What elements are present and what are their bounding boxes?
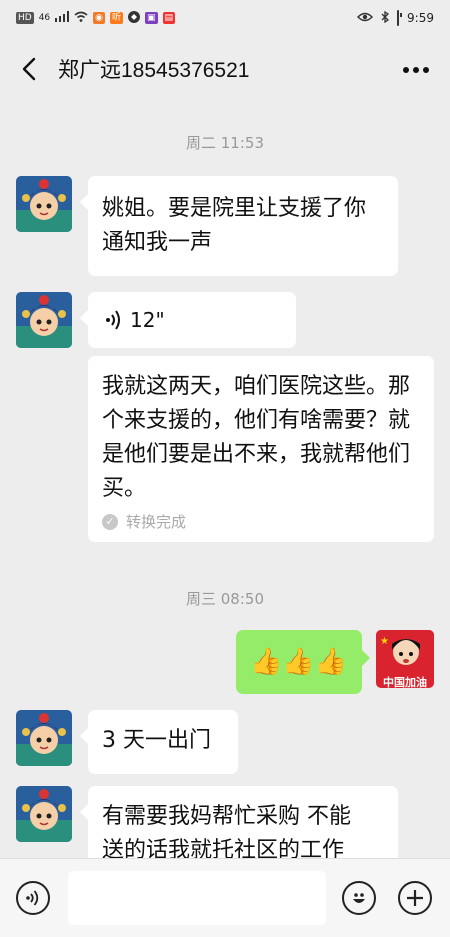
conversion-status: ✓ 转换完成 [102, 512, 420, 532]
contact-avatar[interactable] [16, 786, 72, 842]
plus-icon [407, 890, 423, 906]
china-jiayou-avatar-icon: ★ [376, 630, 434, 670]
app-notification-icon: ◉ [93, 12, 106, 24]
contact-avatar[interactable] [16, 176, 72, 232]
more-icon [403, 67, 429, 73]
hd-icon: HD [16, 12, 34, 24]
message-bubble[interactable]: 姚姐。要是院里让支援了你通知我一声 [80, 176, 398, 276]
chevron-left-icon [22, 57, 36, 81]
back-button[interactable] [0, 36, 58, 102]
contact-avatar[interactable] [16, 710, 72, 766]
transcribed-text: 我就这两天，咱们医院这些。那个来支援的，他们有啥需要？就是他们要是出不来，我就帮… [102, 374, 411, 501]
contact-title: 郑广远18545376521 [58, 59, 250, 82]
svg-text:★: ★ [380, 636, 389, 647]
cartoon-avatar-icon [16, 786, 72, 842]
eye-icon [357, 11, 374, 25]
message-text: 送的话我就托社区的工作 [102, 838, 345, 858]
message-bubble[interactable]: 3 天一出门 [80, 710, 238, 774]
status-right: 9:59 [357, 10, 434, 26]
signal-network-label: 46 [38, 13, 51, 23]
app-notification-icon: ▣ [145, 12, 158, 24]
emoji-button[interactable] [342, 881, 376, 915]
battery-icon [397, 10, 400, 26]
input-bar [0, 858, 450, 937]
smiley-icon [353, 893, 365, 903]
voice-wave-icon [106, 310, 120, 330]
status-bar: HD 46 ◉ 听 ▣ ▤ 9:59 [0, 0, 450, 36]
message-text: 姚姐。要是院里让支援了你通知我一声 [102, 196, 367, 255]
message-bubble[interactable]: 有需要我妈帮忙采购 不能 送的话我就托社区的工作 [80, 786, 398, 858]
cartoon-avatar-icon [16, 710, 72, 766]
more-functions-button[interactable] [398, 881, 432, 915]
my-avatar[interactable]: ★ 中国加油 [376, 630, 434, 688]
cartoon-avatar-icon [16, 176, 72, 232]
voice-input-button[interactable] [16, 881, 50, 915]
cartoon-avatar-icon [16, 292, 72, 348]
contact-avatar[interactable] [16, 292, 72, 348]
signal-icon [55, 11, 70, 25]
bluetooth-icon [381, 10, 390, 26]
listen-app-icon: 听 [110, 12, 124, 24]
timestamp: 周三 08:50 [186, 590, 264, 608]
voice-message-bubble[interactable]: 12" [80, 292, 296, 348]
sent-message-bubble[interactable]: 👍👍👍 [236, 630, 370, 694]
app-notification-icon [128, 10, 141, 26]
more-options-button[interactable] [402, 56, 430, 76]
timestamp: 周二 11:53 [186, 134, 264, 152]
voice-icon [26, 890, 39, 906]
chat-message-list[interactable]: 周二 11:53 姚姐。要是院里让支援了你通知我一声 12" 我就这两天，咱们医… [0, 102, 450, 858]
thumbs-up-emoji: 👍👍👍 [250, 647, 348, 677]
conversion-status-label: 转换完成 [126, 513, 187, 531]
my-avatar-label: 中国加油 [383, 676, 427, 688]
message-text: 3 天一出门 [102, 728, 211, 753]
wifi-icon [74, 11, 88, 25]
voice-to-text-bubble[interactable]: 我就这两天，咱们医院这些。那个来支援的，他们有啥需要？就是他们要是出不来，我就帮… [88, 356, 434, 542]
message-text: 有需要我妈帮忙采购 不能 [102, 804, 351, 829]
message-input[interactable] [68, 871, 326, 925]
chat-header: 郑广远18545376521 [0, 36, 450, 102]
status-left: HD 46 ◉ 听 ▣ ▤ [16, 10, 176, 26]
app-notification-icon: ▤ [162, 12, 176, 24]
clock-time: 9:59 [407, 11, 434, 25]
check-icon: ✓ [102, 514, 118, 530]
voice-duration: 12" [130, 308, 165, 332]
